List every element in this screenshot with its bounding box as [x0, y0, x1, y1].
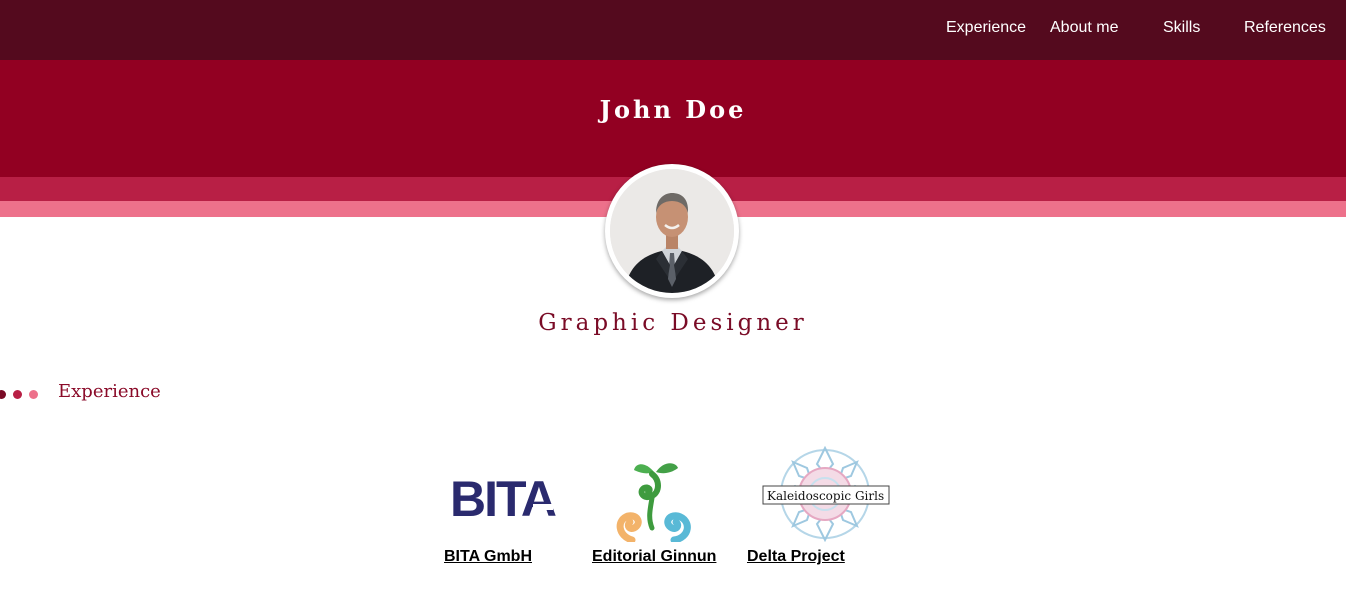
company-card-delta-project[interactable]: Kaleidoscopic Girls Delta Project	[747, 446, 897, 570]
nav-link-about-me[interactable]: About me	[1050, 18, 1118, 38]
bullet-dot-icon	[29, 390, 38, 399]
company-name[interactable]: Delta Project	[747, 547, 845, 567]
nav-link-experience[interactable]: Experience	[946, 18, 1026, 38]
section-label: Experience	[58, 381, 161, 402]
company-card-bita[interactable]: BITA BITA GmbH	[444, 460, 564, 570]
sprout-spiral-logo-icon	[616, 463, 691, 542]
bullet-dot-icon	[0, 390, 6, 399]
person-name: John Doe	[599, 95, 747, 124]
bullet-dot-icon	[13, 390, 22, 399]
bita-logo-icon: BITA	[450, 474, 558, 522]
profile-avatar	[605, 164, 739, 298]
svg-text:Kaleidoscopic Girls: Kaleidoscopic Girls	[767, 489, 884, 503]
nav-link-references[interactable]: References	[1244, 18, 1326, 38]
svg-text:BITA: BITA	[450, 474, 556, 522]
hero-banner: John Doe	[0, 60, 1346, 177]
company-name[interactable]: BITA GmbH	[444, 547, 532, 567]
nav-link-skills[interactable]: Skills	[1163, 18, 1200, 38]
job-title: Graphic Designer	[538, 310, 808, 336]
mandala-logo-icon: Kaleidoscopic Girls	[762, 446, 890, 542]
company-name[interactable]: Editorial Ginnun	[592, 547, 716, 567]
top-nav: Experience About me Skills References	[0, 0, 1346, 60]
company-card-editorial-ginnun[interactable]: Editorial Ginnun	[592, 456, 722, 570]
person-portrait-icon	[610, 169, 734, 293]
